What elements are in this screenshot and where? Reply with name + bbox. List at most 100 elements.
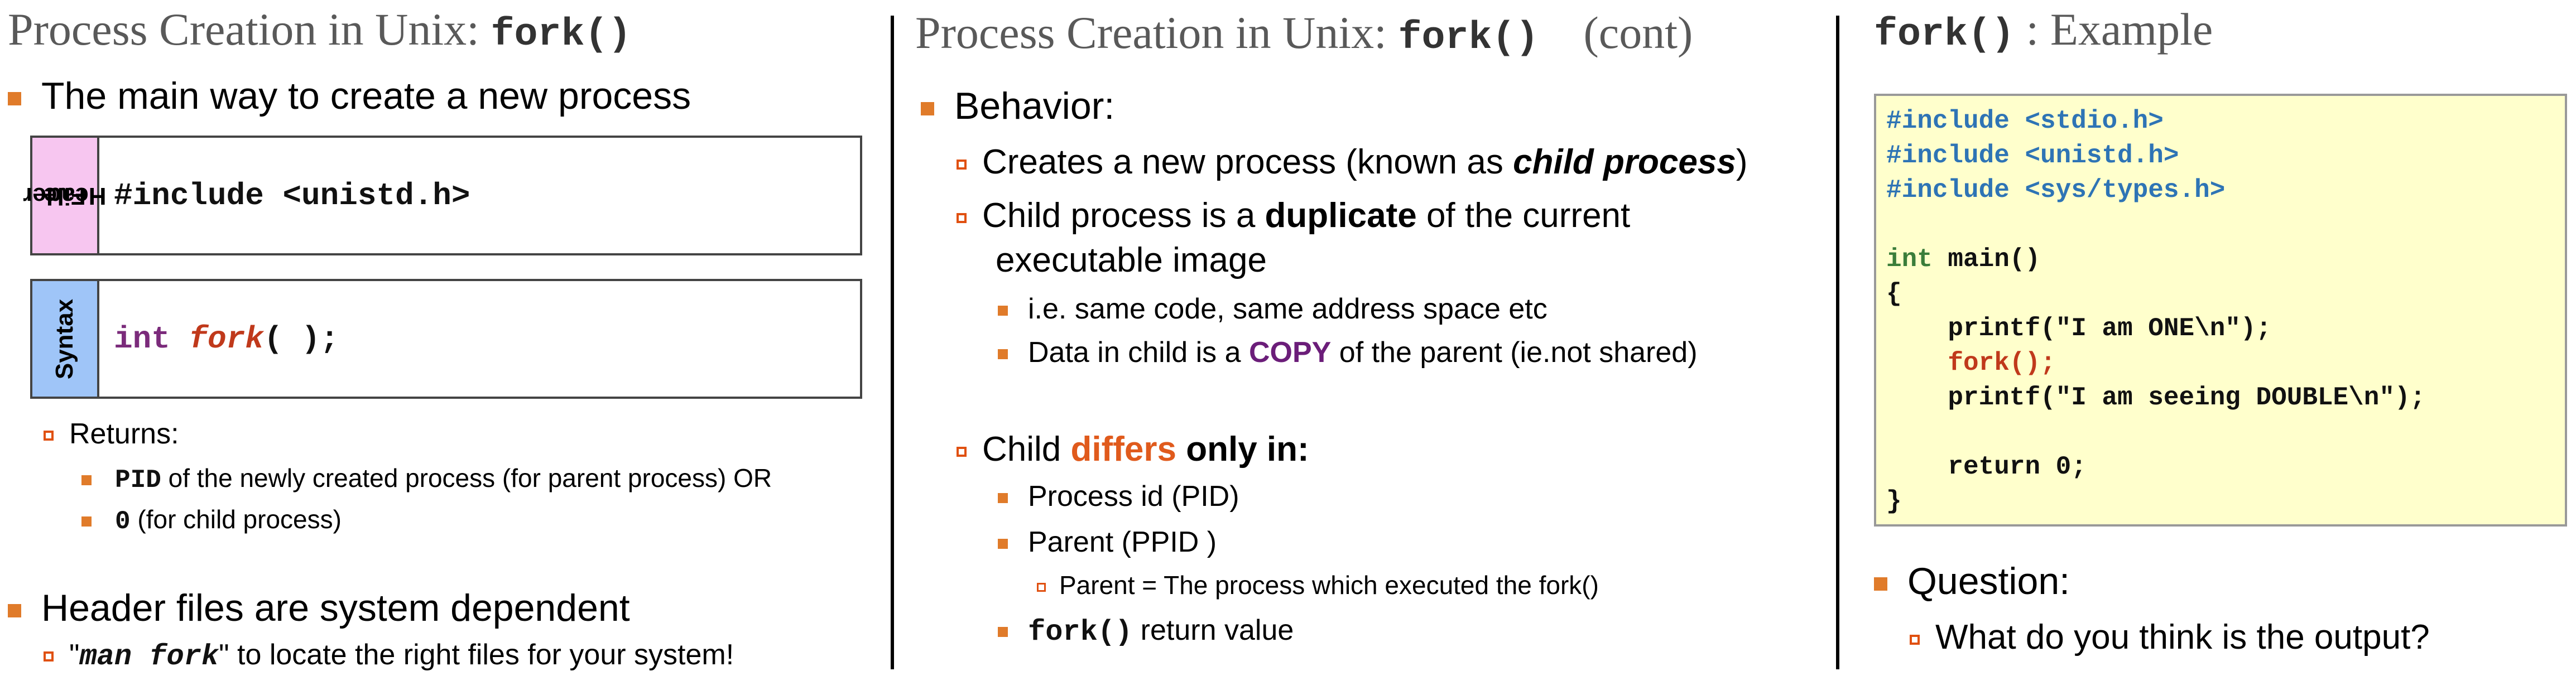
question-heading: Question: — [1874, 562, 2070, 600]
syntax-box: Syntax int fork( ); — [30, 279, 862, 399]
slide-1: Process Creation in Unix: fork() The mai… — [0, 0, 887, 676]
orange-square-bullet-icon — [921, 102, 934, 116]
example-code-block: #include <stdio.h> #include <unistd.h> #… — [1874, 94, 2567, 527]
syntax-tab: Syntax — [32, 281, 99, 397]
behavior-text: Behavior: — [954, 85, 1115, 127]
slide-2-title: Process Creation in Unix: fork() (cont) — [915, 10, 1693, 58]
slide-3-title: fork() : Example — [1874, 7, 2213, 55]
differs-heading: Child differs only in: — [957, 432, 1309, 467]
slide-2-title-suffix: (cont) — [1583, 7, 1693, 58]
zero-text: (for child process) — [130, 505, 342, 534]
hollow-square-bullet-icon — [44, 651, 54, 662]
differs-emphasis: differs — [1070, 430, 1176, 469]
fork-signature-code: int fork( ); — [114, 321, 339, 357]
code-line-fork: fork(); — [1886, 349, 2056, 378]
zero-code: 0 — [115, 507, 131, 536]
diff3-text: return value — [1132, 614, 1294, 646]
hollow-square-bullet-icon — [1910, 634, 1920, 645]
behavior-item-duplicate-cont: executable image — [996, 243, 1267, 278]
returns-label: Returns: — [44, 419, 179, 448]
code-line-3: #include <sys/types.h> — [1886, 176, 2226, 205]
question-text: Question: — [1907, 560, 2070, 602]
code-line-11: return 0; — [1886, 452, 2087, 481]
header-file-box: Header File #include <unistd.h> — [23, 136, 862, 255]
duplicate-emphasis: duplicate — [1265, 196, 1417, 235]
slide-3-title-code: fork() — [1874, 13, 2015, 57]
slide-2: Process Creation in Unix: fork() (cont) B… — [894, 0, 1832, 676]
hollow-square-bullet-icon — [957, 213, 967, 223]
bullet-main-way: The main way to create a new process — [8, 77, 691, 115]
copy-emphasis: COPY — [1248, 336, 1332, 369]
hollow-square-bullet-icon — [1037, 582, 1046, 592]
hollow-square-bullet-icon — [957, 159, 967, 170]
behavior-item-duplicate: Child process is a duplicate of the curr… — [957, 199, 1630, 233]
differs-post: only in: — [1176, 430, 1309, 469]
child-process-emphasis: child process — [1513, 143, 1736, 181]
sub2-post: of the parent (ie.not shared) — [1331, 336, 1698, 369]
code-line-9: printf("I am seeing DOUBLE\n"); — [1886, 383, 2426, 412]
diff-return-value: fork() return value — [998, 616, 1294, 647]
code-line-7: printf("I am ONE\n"); — [1886, 314, 2272, 343]
hollow-square-bullet-icon — [957, 446, 967, 457]
pid-text: of the newly created process (for parent… — [161, 463, 772, 492]
slide-2-title-code: fork() — [1398, 16, 1539, 60]
code-line-1: #include <stdio.h> — [1886, 107, 2164, 136]
syntax-tab-label: Syntax — [50, 298, 78, 379]
sub1-text: i.e. same code, same address space etc — [1028, 293, 1547, 325]
item2-pre: Child process is a — [982, 196, 1265, 235]
behavior-heading: Behavior: — [921, 87, 1114, 125]
orange-square-bullet-icon — [8, 604, 21, 618]
sub-same-code: i.e. same code, same address space etc — [998, 294, 1547, 323]
bullet-main-way-text: The main way to create a new process — [41, 75, 691, 117]
fork-function-name: fork — [189, 321, 264, 357]
bullet-header-files: Header files are system dependent — [8, 589, 630, 627]
diff-ppid: Parent (PPID ) — [998, 528, 1217, 557]
diff2-sub-text: Parent = The process which executed the … — [1059, 571, 1599, 600]
slide-1-title-text: Process Creation in Unix: — [8, 4, 491, 55]
slide-1-title: Process Creation in Unix: fork() — [8, 7, 632, 55]
sub2-pre: Data in child is a — [1028, 336, 1249, 369]
differs-pre: Child — [982, 430, 1071, 469]
sub-data-copy: Data in child is a COPY of the parent (i… — [998, 338, 1698, 367]
hollow-square-bullet-icon — [44, 431, 54, 441]
slide-3-title-text: : Example — [2015, 4, 2213, 55]
item1-post: ) — [1736, 143, 1748, 181]
orange-square-bullet-icon — [81, 475, 92, 485]
slide-3: fork() : Example #include <stdio.h> #inc… — [1839, 0, 2576, 676]
code-line-12: } — [1886, 487, 1902, 516]
orange-square-bullet-icon — [998, 306, 1008, 316]
item1-pre: Creates a new process (known as — [982, 143, 1513, 181]
returns-item-pid: PID of the newly created process (for pa… — [81, 465, 772, 493]
code-line-2: #include <unistd.h> — [1886, 141, 2179, 170]
diff2-text: Parent (PPID ) — [1028, 526, 1217, 558]
orange-square-bullet-icon — [998, 627, 1008, 638]
fork-signature-rest: ( ); — [263, 321, 339, 357]
item2-line2: executable image — [996, 241, 1267, 279]
fork-return-code: fork() — [1028, 616, 1133, 649]
item2-post: of the current — [1416, 196, 1631, 235]
header-file-tab: Header File — [23, 138, 107, 253]
orange-square-bullet-icon — [998, 539, 1008, 549]
question-sub-text: What do you think is the output? — [1935, 618, 2430, 656]
man-pre: " — [69, 639, 80, 671]
diff-ppid-sub: Parent = The process which executed the … — [1037, 572, 1599, 598]
slide-1-title-code: fork() — [491, 13, 632, 57]
man-fork-hint: "man fork" to locate the right files for… — [44, 640, 734, 672]
code-line-main: int main() — [1886, 245, 2041, 274]
bullet-header-files-text: Header files are system dependent — [41, 587, 630, 629]
behavior-item-creates: Creates a new process (known as child pr… — [957, 145, 1747, 180]
returns-label-text: Returns: — [69, 418, 179, 450]
diff1-text: Process id (PID) — [1028, 480, 1239, 513]
pid-code: PID — [115, 466, 161, 495]
orange-square-bullet-icon — [998, 349, 1008, 360]
code-line-6: { — [1886, 279, 1902, 308]
include-unistd-code: #include <unistd.h> — [114, 177, 470, 214]
orange-square-bullet-icon — [81, 516, 92, 527]
man-fork-code: man fork — [79, 640, 219, 673]
man-post: " to locate the right files for your sys… — [219, 639, 734, 671]
returns-item-zero: 0 (for child process) — [81, 506, 342, 534]
diff-pid: Process id (PID) — [998, 482, 1239, 511]
int-keyword: int — [114, 321, 170, 357]
orange-square-bullet-icon — [998, 493, 1008, 504]
orange-square-bullet-icon — [8, 92, 21, 106]
